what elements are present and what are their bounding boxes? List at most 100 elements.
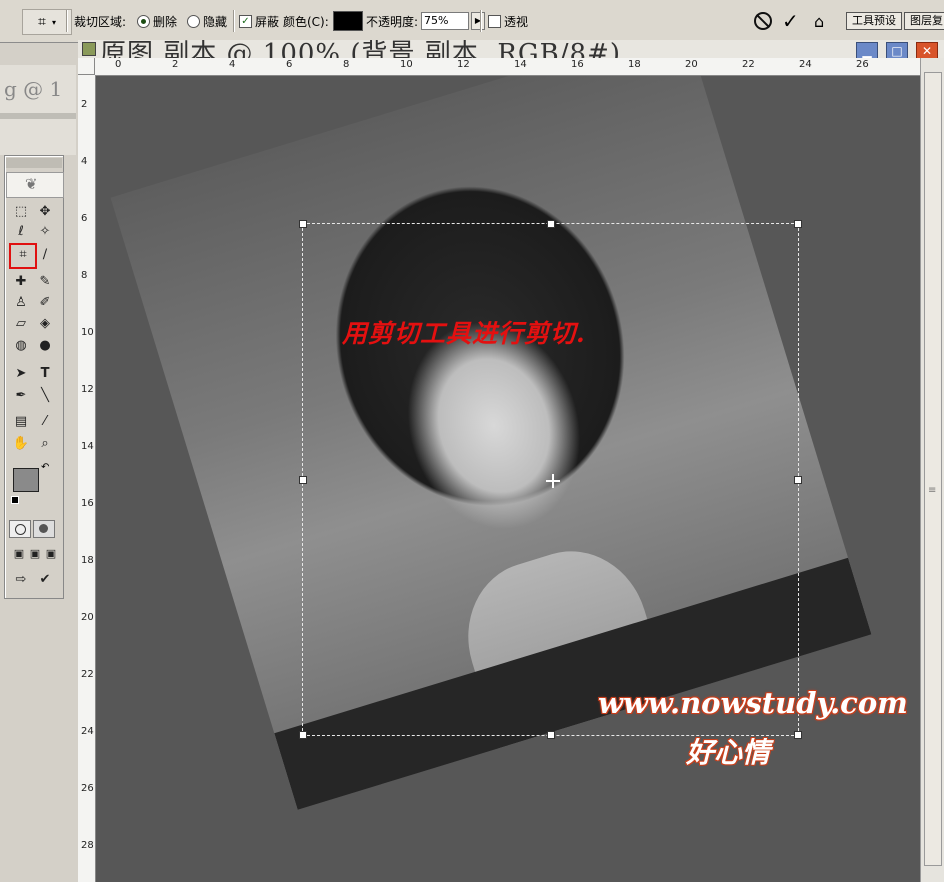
imageready-button[interactable]: ❦ xyxy=(6,172,64,198)
marquee-tool-icon[interactable]: ⬚ xyxy=(11,202,31,222)
toolbox-title-bar[interactable] xyxy=(6,158,62,168)
crop-center-crosshair-icon[interactable] xyxy=(546,474,560,488)
radio-icon xyxy=(187,14,200,28)
dodge-tool-icon[interactable]: ● xyxy=(35,336,55,356)
ruler-tick-label: 4 xyxy=(81,156,88,167)
color-label: 颜色(C): xyxy=(283,14,329,29)
crop-handle-bottom-left[interactable] xyxy=(299,731,307,739)
swap-colors-icon[interactable]: ↶ xyxy=(41,462,49,473)
palette-well-button[interactable]: ⌂ xyxy=(814,9,824,33)
path-selection-tool-icon[interactable]: ➤ xyxy=(11,364,31,384)
document-icon xyxy=(82,42,96,56)
opacity-slider-button[interactable]: ▶ xyxy=(471,12,485,30)
notes-tool-icon[interactable]: ▤ xyxy=(11,412,31,432)
vertical-scrollbar[interactable]: ≡ xyxy=(920,58,944,882)
jump-icon[interactable]: ✔ xyxy=(35,570,55,590)
options-separator xyxy=(480,9,481,33)
healing-brush-tool-icon[interactable]: ✚ xyxy=(11,272,31,292)
ruler-tick-label: 14 xyxy=(81,441,94,452)
options-separator xyxy=(233,9,234,33)
perspective-label: 透视 xyxy=(504,14,529,29)
pen-tool-icon[interactable]: ✒ xyxy=(11,386,31,406)
type-tool-icon[interactable]: T xyxy=(35,364,55,384)
ruler-tick-label: 12 xyxy=(81,384,94,395)
palette-letters: g @ 1 xyxy=(4,77,63,101)
eyedropper-tool-icon[interactable]: ⁄ xyxy=(35,412,55,432)
perspective-checkbox[interactable]: 透视 xyxy=(488,9,528,33)
ruler-tick-label: 8 xyxy=(343,59,350,70)
commit-button[interactable]: ✓ xyxy=(782,9,799,33)
default-colors-icon[interactable] xyxy=(11,496,19,504)
tab-layers[interactable]: 图层复 xyxy=(904,12,944,30)
hide-radio[interactable]: 隐藏 xyxy=(187,9,227,33)
brush-tool-icon[interactable]: ✎ xyxy=(35,272,55,292)
document-canvas[interactable]: 用剪切工具进行剪切. www.nowstudy.com 好心情 xyxy=(96,76,920,882)
standard-mode-icon xyxy=(15,524,26,535)
crop-handle-top[interactable] xyxy=(547,220,555,228)
radio-icon xyxy=(137,14,150,28)
crop-handle-right[interactable] xyxy=(794,476,802,484)
scrollbar-thumb[interactable]: ≡ xyxy=(924,72,942,866)
ruler-tick-label: 8 xyxy=(81,270,88,281)
ruler-tick-label: 10 xyxy=(81,327,94,338)
delete-radio[interactable]: 删除 xyxy=(137,9,177,33)
crop-handle-top-left[interactable] xyxy=(299,220,307,228)
tool-preset-picker[interactable]: ⌗ ▾ xyxy=(22,9,72,35)
ruler-tick-label: 24 xyxy=(81,726,94,737)
instruction-annotation: 用剪切工具进行剪切. xyxy=(342,319,586,348)
quick-mask-icon xyxy=(39,524,48,533)
ruler-tick-label: 20 xyxy=(685,59,698,70)
move-tool-icon[interactable]: ✥ xyxy=(35,202,55,222)
hand-tool-icon[interactable]: ✋ xyxy=(11,434,31,454)
tab-tool-presets[interactable]: 工具预设 xyxy=(846,12,902,30)
screen-mode-full-icon[interactable]: ▣ xyxy=(41,544,61,564)
ruler-tick-label: 12 xyxy=(457,59,470,70)
paint-bucket-tool-icon[interactable]: ◈ xyxy=(35,314,55,334)
ruler-tick-label: 4 xyxy=(229,59,236,70)
cancel-button[interactable] xyxy=(754,9,772,33)
ruler-tick-label: 26 xyxy=(81,783,94,794)
options-bar: ⌗ ▾ 裁切区域: 删除 隐藏 ✓ 屏蔽 颜色(C): 不透明度: 75% ▶ 透… xyxy=(0,0,944,43)
watermark-signature: 好心情 xyxy=(686,736,771,769)
lasso-tool-icon[interactable]: ℓ xyxy=(11,222,31,242)
shield-color-swatch[interactable] xyxy=(333,11,363,31)
crop-handle-top-right[interactable] xyxy=(794,220,802,228)
opacity-input[interactable]: 75% xyxy=(421,12,469,30)
ruler-tick-label: 6 xyxy=(286,59,293,70)
ruler-horizontal: 0 2 4 6 8 10 12 14 16 18 20 22 24 26 xyxy=(95,58,920,76)
standard-mode-button[interactable] xyxy=(9,520,31,538)
ruler-tick-label: 28 xyxy=(81,840,94,851)
ruler-tick-label: 10 xyxy=(400,59,413,70)
checkmark-icon: ✓ xyxy=(239,14,252,28)
jump-to-imageready-icon[interactable]: ⇨ xyxy=(11,570,31,590)
ruler-origin[interactable] xyxy=(78,58,95,75)
crop-handle-bottom[interactable] xyxy=(547,731,555,739)
clone-stamp-tool-icon[interactable]: ♙ xyxy=(11,293,31,313)
checkbox-icon xyxy=(488,14,501,28)
delete-label: 删除 xyxy=(153,14,178,29)
ruler-tick-label: 16 xyxy=(571,59,584,70)
crop-icon: ⌗ xyxy=(38,14,46,30)
ruler-tick-label: 20 xyxy=(81,612,94,623)
line-tool-icon[interactable]: ╲ xyxy=(35,386,55,406)
quick-mask-button[interactable] xyxy=(33,520,55,538)
magic-wand-tool-icon[interactable]: ✧ xyxy=(35,222,55,242)
foreground-color-swatch[interactable] xyxy=(13,468,39,492)
ruler-tick-label: 0 xyxy=(115,59,122,70)
ruler-tick-label: 18 xyxy=(81,555,94,566)
ruler-tick-label: 16 xyxy=(81,498,94,509)
eraser-tool-icon[interactable]: ▱ xyxy=(11,314,31,334)
crop-handle-left[interactable] xyxy=(299,476,307,484)
crop-handle-bottom-right[interactable] xyxy=(794,731,802,739)
zoom-tool-icon[interactable]: ⌕ xyxy=(35,434,55,454)
crop-area-label: 裁切区域: xyxy=(74,14,127,29)
blur-tool-icon[interactable]: ◍ xyxy=(11,336,31,356)
shield-checkbox[interactable]: ✓ 屏蔽 xyxy=(239,9,279,33)
history-brush-tool-icon[interactable]: ✐ xyxy=(35,293,55,313)
slice-tool-icon[interactable]: ∕ xyxy=(35,245,55,265)
palette-divider xyxy=(0,113,76,119)
ruler-tick-label: 14 xyxy=(514,59,527,70)
shield-label: 屏蔽 xyxy=(255,14,280,29)
toolbox: ❦ ⬚ ✥ ℓ ✧ ⌗ ∕ ✚ ✎ ♙ ✐ ▱ ◈ ◍ ● ➤ T ✒ ╲ ▤ … xyxy=(4,155,64,599)
ruler-tick-label: 26 xyxy=(856,59,869,70)
